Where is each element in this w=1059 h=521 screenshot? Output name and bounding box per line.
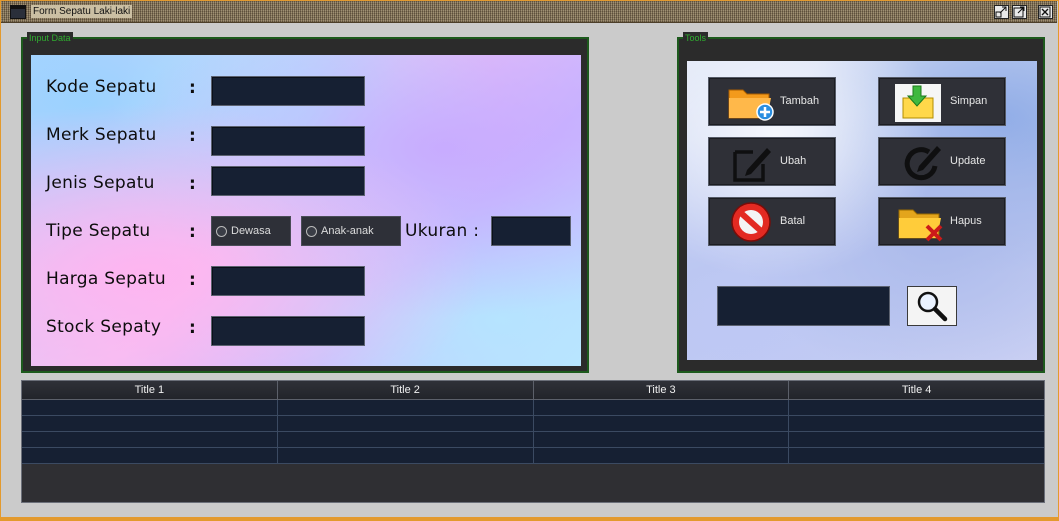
stock-sepatu-field[interactable]	[211, 316, 365, 346]
jenis-sepatu-field[interactable]	[211, 166, 365, 196]
data-table[interactable]: Title 1 Title 2 Title 3 Title 4	[21, 380, 1045, 503]
maximize-icon[interactable]	[1012, 5, 1027, 19]
table-cell[interactable]	[22, 432, 278, 448]
table-row[interactable]	[22, 416, 1044, 432]
simpan-button[interactable]: Simpan	[878, 77, 1006, 126]
table-cell[interactable]	[277, 416, 534, 432]
harga-sepatu-input[interactable]	[212, 267, 364, 295]
table-cell[interactable]	[22, 416, 278, 432]
table-cell[interactable]	[533, 400, 790, 416]
stock-sepatu-input[interactable]	[212, 317, 364, 345]
label-kode-sepatu: Kode Sepatu	[46, 77, 157, 97]
ubah-button[interactable]: Ubah	[708, 137, 836, 186]
colon: :	[189, 270, 196, 290]
kode-sepatu-input[interactable]	[212, 77, 364, 105]
cancel-icon	[731, 202, 771, 242]
label-stock-sepatu: Stock Sepaty	[46, 317, 162, 337]
radio-anak-anak-label: Anak-anak	[321, 225, 374, 237]
column-header[interactable]: Title 2	[277, 381, 534, 400]
label-harga-sepatu: Harga Sepatu	[46, 269, 167, 289]
radio-anak-anak[interactable]: Anak-anak	[301, 216, 401, 246]
input-data-panel-title: Input Data	[27, 32, 73, 44]
search-button[interactable]	[907, 286, 957, 326]
batal-label: Batal	[780, 215, 806, 227]
table-row[interactable]	[22, 448, 1044, 464]
radio-button-icon[interactable]	[306, 226, 317, 237]
table-cell[interactable]	[533, 448, 790, 464]
table-cell[interactable]	[533, 432, 790, 448]
search-field[interactable]	[717, 286, 890, 326]
folder-add-icon	[728, 89, 774, 121]
tambah-label: Tambah	[780, 95, 820, 107]
column-header[interactable]: Title 3	[533, 381, 790, 400]
kode-sepatu-field[interactable]	[211, 76, 365, 106]
table-cell[interactable]	[277, 400, 534, 416]
radio-dewasa-label: Dewasa	[231, 225, 271, 237]
update-label: Update	[950, 155, 986, 167]
colon: :	[189, 126, 196, 146]
merk-sepatu-field[interactable]	[211, 126, 365, 156]
ubah-label: Ubah	[780, 155, 807, 167]
table-cell[interactable]	[789, 448, 1044, 464]
hapus-label: Hapus	[950, 215, 982, 227]
close-icon[interactable]	[1038, 5, 1053, 19]
table-cell[interactable]	[277, 432, 534, 448]
hapus-button[interactable]: Hapus	[878, 197, 1006, 246]
table-row[interactable]	[22, 400, 1044, 416]
column-header[interactable]: Title 4	[789, 381, 1044, 400]
update-icon	[904, 146, 941, 181]
search-input[interactable]	[718, 287, 889, 325]
label-ukuran: Ukuran :	[405, 221, 480, 241]
table-header: Title 1 Title 2 Title 3 Title 4	[22, 381, 1044, 400]
window-icon	[10, 5, 26, 19]
edit-icon	[733, 148, 771, 182]
colon: :	[189, 174, 196, 194]
table-cell[interactable]	[789, 416, 1044, 432]
table-cell[interactable]	[22, 448, 278, 464]
window-bottom-border	[0, 517, 1059, 521]
save-folder-icon	[895, 84, 941, 122]
tools-panel-title: Tools	[683, 32, 709, 44]
radio-dewasa[interactable]: Dewasa	[211, 216, 291, 246]
table-cell[interactable]	[789, 400, 1044, 416]
ukuran-field[interactable]	[491, 216, 571, 246]
search-icon	[917, 291, 948, 322]
table-cell[interactable]	[22, 400, 278, 416]
colon: :	[189, 78, 196, 98]
label-jenis-sepatu: Jenis Sepatu	[46, 173, 155, 193]
table-cell[interactable]	[277, 448, 534, 464]
title-bar[interactable]: Form Sepatu Laki-laki	[1, 1, 1057, 23]
table-cell[interactable]	[533, 416, 790, 432]
minimize-icon[interactable]	[994, 5, 1009, 19]
jenis-sepatu-input[interactable]	[212, 167, 364, 195]
merk-sepatu-input[interactable]	[212, 127, 364, 155]
colon: :	[189, 318, 196, 338]
table-row[interactable]	[22, 432, 1044, 448]
table-cell[interactable]	[789, 432, 1044, 448]
column-header[interactable]: Title 1	[22, 381, 278, 400]
tambah-button[interactable]: Tambah	[708, 77, 836, 126]
radio-button-icon[interactable]	[216, 226, 227, 237]
delete-folder-icon	[898, 209, 943, 242]
colon: :	[189, 222, 196, 242]
label-tipe-sepatu: Tipe Sepatu	[46, 221, 151, 241]
simpan-label: Simpan	[950, 95, 988, 107]
label-merk-sepatu: Merk Sepatu	[46, 125, 157, 145]
ukuran-input[interactable]	[492, 217, 570, 245]
window-title: Form Sepatu Laki-laki	[31, 5, 133, 18]
harga-sepatu-field[interactable]	[211, 266, 365, 296]
update-button[interactable]: Update	[878, 137, 1006, 186]
batal-button[interactable]: Batal	[708, 197, 836, 246]
